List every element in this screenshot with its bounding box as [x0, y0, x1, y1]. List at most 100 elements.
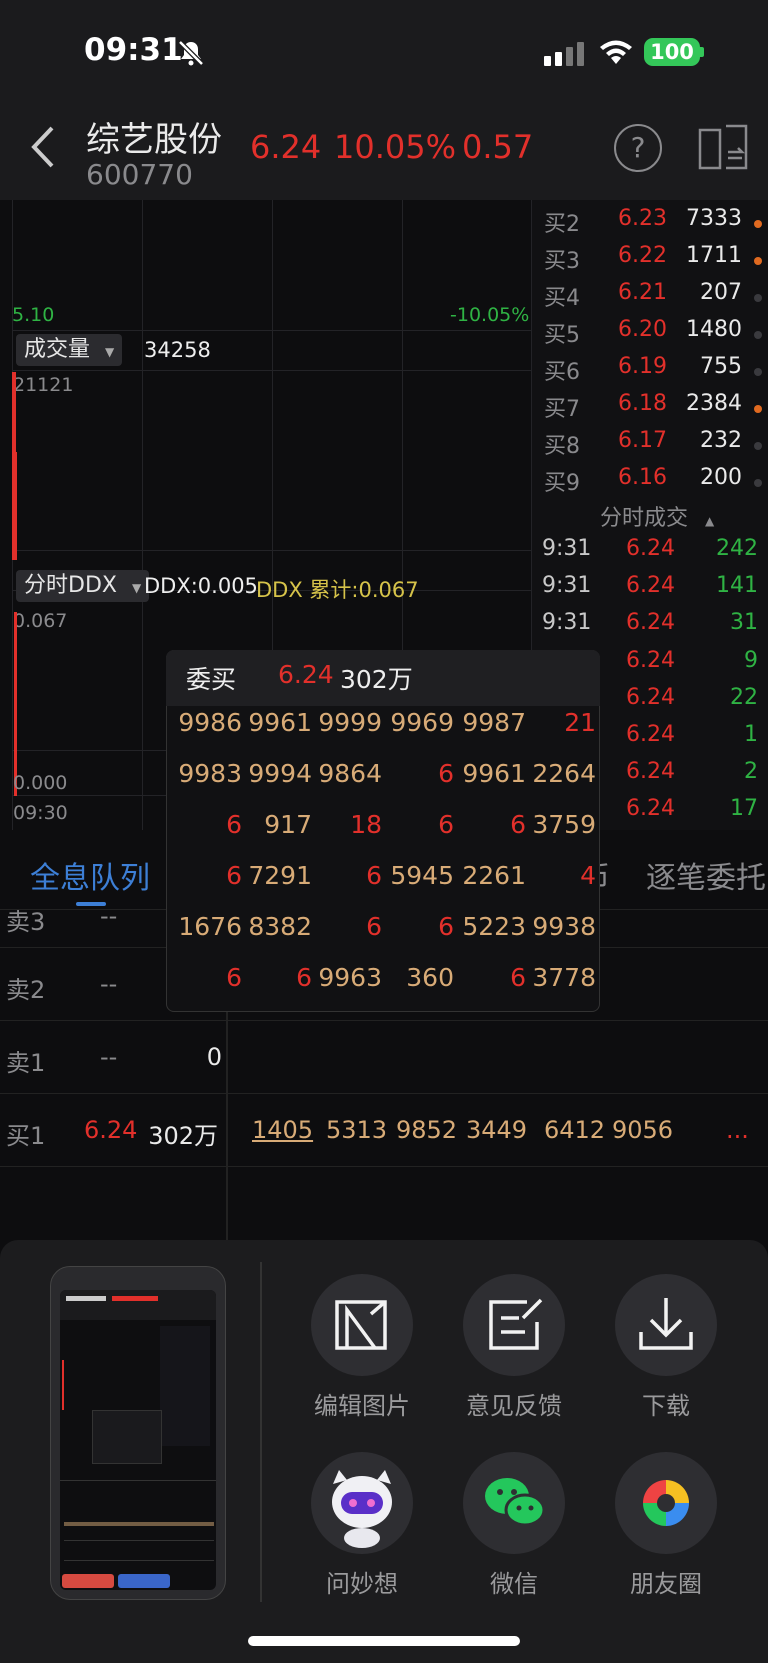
tick-volume: 17	[730, 796, 758, 822]
popup-order-cell: 5945	[390, 861, 454, 890]
order-book-row[interactable]: 买2 6.23 7333	[532, 206, 768, 243]
queue-order: 5313	[326, 1116, 388, 1144]
queue-order: 6412	[544, 1116, 606, 1144]
volume-button-label: 成交量	[24, 337, 91, 362]
tab-full-queue[interactable]: 全息队列	[30, 853, 150, 897]
volume-value: 34258	[144, 338, 211, 362]
order-level-volume: 755	[700, 354, 742, 379]
order-level-price: 6.18	[618, 391, 667, 416]
ddx-indicator-button[interactable]: 分时DDX ▼	[16, 570, 150, 602]
tick-volume: 9	[744, 647, 758, 673]
popup-order-cell: 8382	[248, 912, 312, 941]
popup-order-cell: 9987	[462, 708, 526, 737]
download-button[interactable]	[615, 1274, 717, 1376]
order-level-dot	[754, 442, 762, 450]
order-level-dot	[754, 220, 762, 228]
popup-order-cell: 6	[438, 759, 454, 788]
tick-title-label: 分时成交	[600, 506, 689, 531]
order-level-price: 6.16	[618, 465, 667, 490]
table-row[interactable]: 买1 6.24 302万 1405 5313 9852 3449 6412 90…	[0, 1094, 768, 1167]
pct-axis-low: -10.05%	[450, 304, 530, 326]
order-level-label: 买6	[544, 360, 580, 385]
bell-muted-icon	[178, 40, 204, 66]
tick-price: 6.24	[626, 796, 675, 822]
queue-order[interactable]: 1405	[252, 1116, 313, 1144]
popup-order-cell: 9864	[318, 759, 382, 788]
order-level-volume: 207	[700, 280, 742, 305]
popup-order-cell: 9983	[178, 759, 242, 788]
queue-row-label: 卖1	[6, 1049, 46, 1077]
tab-order-by-order[interactable]: 逐笔委托	[646, 853, 766, 897]
moments-button[interactable]	[615, 1452, 717, 1554]
order-level-price: 6.17	[618, 428, 667, 453]
popup-price: 6.24	[278, 660, 334, 689]
popup-order-cell: 21	[564, 708, 596, 737]
tick-volume: 2	[744, 759, 758, 785]
time-axis-start: 09:30	[13, 802, 68, 824]
order-book-row[interactable]: 买3 6.22 1711	[532, 243, 768, 280]
popup-order-cell: 1676	[178, 912, 242, 941]
screenshot-preview-content	[60, 1290, 216, 1590]
order-level-price: 6.19	[618, 354, 667, 379]
popup-order-cell: 2264	[532, 759, 596, 788]
ddx-axis-top: 0.067	[13, 610, 68, 632]
popup-order-cell: 6	[296, 963, 312, 992]
edit-image-icon	[335, 1300, 387, 1350]
order-level-price: 6.23	[618, 206, 667, 231]
wechat-button[interactable]	[463, 1452, 565, 1554]
order-level-label: 买2	[544, 212, 580, 237]
tick-trades-title[interactable]: 分时成交 ▲	[600, 500, 714, 532]
order-level-label: 买7	[544, 397, 580, 422]
edit-image-button[interactable]	[311, 1274, 413, 1376]
order-level-price: 6.22	[618, 243, 667, 268]
help-icon[interactable]: ?	[614, 124, 662, 172]
order-level-volume: 1711	[686, 243, 742, 268]
order-book-row[interactable]: 买4 6.21 207	[532, 280, 768, 317]
home-indicator[interactable]	[248, 1636, 520, 1646]
queue-row-price: --	[100, 1043, 118, 1071]
stock-code: 600770	[86, 158, 193, 191]
order-book-row[interactable]: 买8 6.17 232	[532, 428, 768, 465]
queue-row-label: 卖3	[6, 908, 46, 936]
share-label: 编辑图片	[314, 1392, 410, 1420]
tick-row: 9:31 6.24 141	[532, 573, 768, 610]
tick-price: 6.24	[626, 536, 675, 561]
volume-bar	[14, 452, 17, 560]
tick-volume: 141	[716, 573, 758, 599]
queue-order: 9852	[396, 1116, 458, 1144]
order-level-label: 买5	[544, 323, 580, 348]
queue-row-label: 卖2	[6, 976, 46, 1004]
popup-order-cell: 360	[406, 963, 454, 992]
sort-up-icon: ▲	[705, 514, 715, 528]
queue-row-label: 买1	[6, 1122, 46, 1150]
ask-assistant-button[interactable]	[311, 1452, 413, 1554]
tick-volume: 22	[730, 684, 758, 710]
order-book-row[interactable]: 买9 6.16 200	[532, 465, 768, 502]
queue-row-price: --	[100, 902, 118, 930]
tick-time: 9:31	[542, 610, 592, 636]
volume-axis-max: 21121	[13, 374, 74, 396]
share-label: 微信	[490, 1570, 538, 1598]
order-level-dot	[754, 479, 762, 487]
layout-switch-icon[interactable]	[698, 124, 748, 170]
order-book-row[interactable]: 买5 6.20 1480	[532, 317, 768, 354]
table-row[interactable]: 卖1 -- 0	[0, 1021, 768, 1094]
order-book-row[interactable]: 买7 6.18 2384	[532, 391, 768, 428]
back-chevron-icon[interactable]	[28, 124, 58, 170]
popup-order-cell: 6	[366, 861, 382, 890]
popup-title: 委买	[186, 665, 237, 694]
queue-row-size: 302万	[148, 1122, 218, 1150]
volume-indicator-button[interactable]: 成交量 ▼	[16, 334, 123, 366]
ddx-bar	[14, 612, 17, 796]
order-book-row[interactable]: 买6 6.19 755	[532, 354, 768, 391]
feedback-button[interactable]	[463, 1274, 565, 1376]
order-level-price: 6.21	[618, 280, 667, 305]
wechat-icon	[485, 1478, 546, 1527]
popup-order-cell: 9986	[178, 708, 242, 737]
tick-price: 6.24	[626, 722, 675, 747]
popup-order-cell: 9969	[390, 708, 454, 737]
change-amount: 0.57	[462, 128, 534, 166]
more-orders-button[interactable]: ...	[726, 1116, 749, 1144]
popup-order-cell: 6	[438, 810, 454, 839]
moments-icon	[643, 1480, 689, 1526]
